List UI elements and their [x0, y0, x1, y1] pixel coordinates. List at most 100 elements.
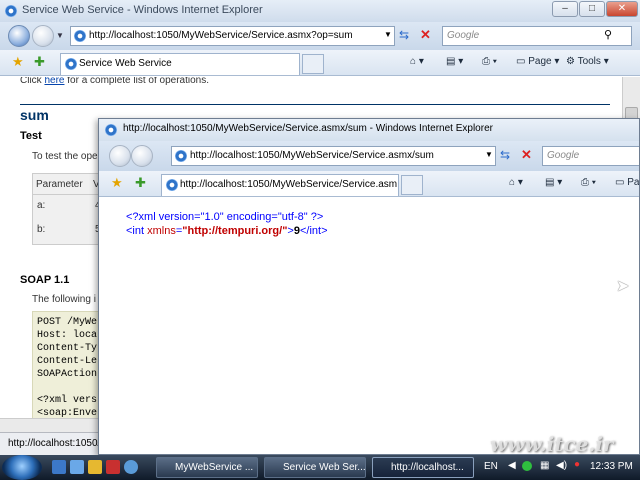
ie-quicklaunch-icon[interactable]	[124, 460, 138, 474]
back-tab-label: Service Web Service	[79, 58, 172, 69]
operations-hint: Click here for a complete list of operat…	[20, 77, 209, 86]
print-icon[interactable]: ⎙ ▾	[482, 56, 497, 67]
hint-pre: Click	[20, 77, 45, 86]
app-icon[interactable]	[106, 460, 120, 474]
refresh-icon[interactable]: ⇆	[500, 148, 510, 162]
volume-icon[interactable]: ◀)	[556, 460, 567, 471]
favorites-star-icon[interactable]: ★	[12, 54, 24, 70]
xml-attr-name: xmlns	[147, 225, 176, 237]
feeds-icon[interactable]: ▤ ▾	[545, 177, 562, 188]
forward-button[interactable]	[131, 145, 153, 167]
back-button[interactable]	[109, 145, 131, 167]
xml-open-tag: <int	[126, 225, 148, 237]
page-icon	[74, 30, 86, 42]
address-dropdown-icon[interactable]: ▼	[384, 30, 392, 39]
code-line: Host: loca	[37, 330, 98, 341]
switch-windows-icon[interactable]	[70, 460, 84, 474]
feeds-icon[interactable]: ▤ ▾	[446, 56, 463, 67]
param-header-name: Parameter	[36, 179, 83, 190]
clock[interactable]: 12:33 PM	[590, 461, 633, 472]
divider	[20, 104, 610, 105]
page-menu[interactable]: ▭ Pa	[615, 177, 639, 188]
back-tab[interactable]: Service Web Service	[60, 53, 300, 75]
address-dropdown-icon[interactable]: ▼	[485, 150, 493, 159]
stop-icon[interactable]: ✕	[521, 147, 532, 163]
hint-post: for a complete list of operations.	[64, 77, 209, 86]
code-line: Content-Ty	[37, 343, 98, 354]
back-address-bar[interactable]: http://localhost:1050/MyWebService/Servi…	[70, 26, 395, 46]
back-title-bar[interactable]: Service Web Service - Windows Internet E…	[0, 0, 640, 22]
page-menu-label: Page	[528, 56, 552, 67]
home-icon[interactable]: ⌂ ▾	[410, 56, 424, 67]
network-icon[interactable]: ▦	[540, 460, 549, 471]
page-menu-label: Pa	[627, 177, 640, 188]
back-button[interactable]	[8, 25, 30, 47]
tray-expand-icon[interactable]: ◀	[508, 460, 516, 471]
favorites-star-icon[interactable]: ★	[111, 175, 123, 191]
front-tab[interactable]: http://localhost:1050/MyWebService/Servi…	[161, 174, 399, 196]
xml-declaration-line: <?xml version="1.0" encoding="utf-8" ?>	[126, 211, 323, 224]
code-line: POST /MyWe	[37, 317, 98, 328]
watermark: www.itce.ir	[490, 432, 614, 456]
add-favorites-icon[interactable]: ✚	[34, 54, 45, 70]
page-menu[interactable]: ▭ Page ▾	[516, 56, 559, 67]
recent-pages-icon[interactable]: ▼	[56, 31, 64, 40]
new-tab-button[interactable]	[401, 175, 423, 195]
back-window-title: Service Web Service - Windows Internet E…	[22, 4, 263, 16]
front-command-bar: ★ ✚ http://localhost:1050/MyWebService/S…	[99, 171, 639, 197]
refresh-icon[interactable]: ⇆	[399, 28, 409, 42]
soap-description: The following i	[32, 294, 96, 305]
xml-element-line: <int xmlns="http://tempuri.org/">9</int>	[126, 225, 328, 238]
taskbar-button-label: http://localhost...	[391, 462, 464, 473]
back-address-text: http://localhost:1050/MyWebService/Servi…	[89, 30, 353, 41]
xml-attr-value: "http://tempuri.org/"	[182, 225, 288, 237]
mouse-cursor-icon: ➤	[616, 278, 630, 295]
front-address-bar[interactable]: http://localhost:1050/MyWebService/Servi…	[171, 146, 496, 166]
tools-menu-label: Tools	[577, 56, 601, 67]
param-b-label: b:	[37, 224, 46, 235]
xml-end-tag: </int>	[299, 225, 328, 237]
operations-link[interactable]: here	[44, 77, 64, 86]
tools-menu[interactable]: ⚙ Tools ▾	[566, 56, 609, 67]
maximize-button[interactable]: □	[579, 1, 605, 17]
close-button[interactable]: ✕	[606, 1, 638, 17]
front-title-bar[interactable]: http://localhost:1050/MyWebService/Servi…	[99, 119, 639, 141]
front-window-title: http://localhost:1050/MyWebService/Servi…	[123, 123, 493, 134]
print-icon[interactable]: ⎙ ▾	[581, 177, 596, 188]
show-desktop-icon[interactable]	[52, 460, 66, 474]
back-command-bar: ★ ✚ Service Web Service ⌂ ▾ ▤ ▾ ⎙ ▾ ▭ Pa…	[0, 50, 640, 76]
stop-icon[interactable]: ✕	[420, 27, 431, 43]
start-button[interactable]	[2, 455, 42, 480]
tray-status-icon[interactable]	[522, 461, 532, 471]
taskbar-button-label: Service Web Ser...	[283, 462, 366, 473]
code-line: SOAPAction	[37, 369, 98, 380]
tray-app-icon[interactable]: ●	[574, 459, 580, 470]
taskbar-button-service[interactable]: Service Web Ser...	[264, 457, 366, 478]
back-navigation-bar: ▼ http://localhost:1050/MyWebService/Ser…	[0, 22, 640, 50]
front-browser-window: http://localhost:1050/MyWebService/Servi…	[98, 118, 640, 455]
add-favorites-icon[interactable]: ✚	[135, 175, 146, 191]
minimize-button[interactable]: –	[552, 1, 578, 17]
code-line: Content-Le	[37, 356, 98, 367]
front-tab-label: http://localhost:1050/MyWebService/Servi…	[180, 179, 399, 190]
tab-page-icon	[65, 58, 77, 70]
taskbar-button-localhost[interactable]: http://localhost...	[372, 457, 474, 478]
tab-page-icon	[166, 179, 178, 191]
param-a-label: a:	[37, 200, 46, 211]
soap-heading: SOAP 1.1	[20, 274, 70, 286]
front-navigation-bar: http://localhost:1050/MyWebService/Servi…	[99, 141, 639, 171]
taskbar-button-label: MyWebService ...	[175, 462, 254, 473]
front-address-text: http://localhost:1050/MyWebService/Servi…	[190, 150, 434, 161]
forward-button[interactable]	[32, 25, 54, 47]
folder-icon[interactable]	[88, 460, 102, 474]
test-description: To test the ope	[32, 151, 98, 162]
new-tab-button[interactable]	[302, 54, 324, 74]
operation-title: sum	[20, 107, 49, 123]
language-indicator[interactable]: EN	[484, 461, 498, 472]
back-status-text: http://localhost:1050/	[8, 438, 101, 449]
taskbar-button-mywebservice[interactable]: MyWebService ...	[156, 457, 258, 478]
test-heading: Test	[20, 130, 42, 142]
home-icon[interactable]: ⌂ ▾	[509, 177, 523, 188]
search-icon[interactable]: ⚲	[604, 28, 612, 41]
front-search-box[interactable]: Google	[542, 146, 639, 166]
